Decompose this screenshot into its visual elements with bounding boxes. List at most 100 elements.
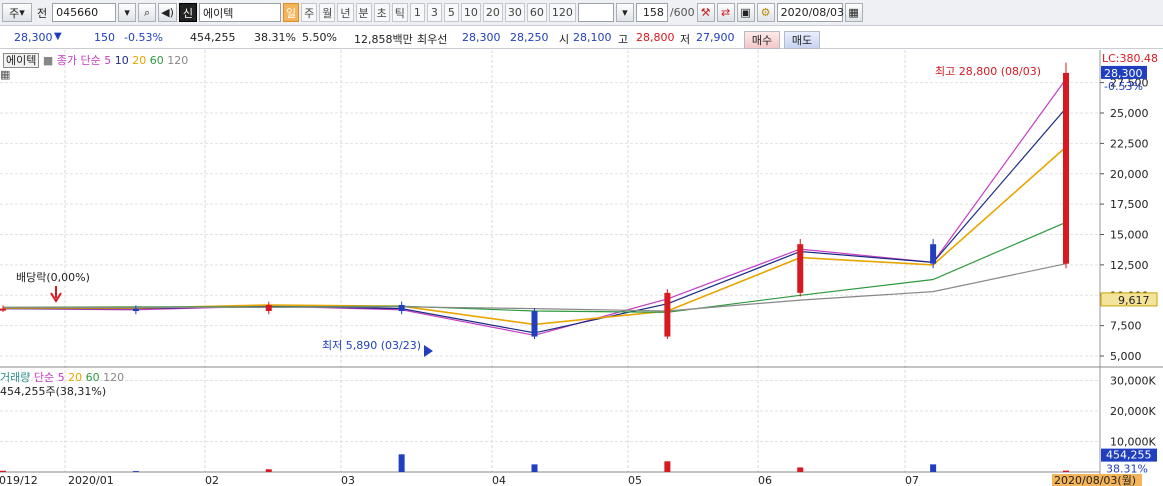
legend-ma120[interactable]: 120 xyxy=(167,54,188,67)
type-select[interactable]: 주 ▾ xyxy=(2,3,32,22)
period-year[interactable]: 년 xyxy=(337,3,354,22)
price-tick-label: 15,000 xyxy=(1110,229,1149,242)
volume-bar xyxy=(930,464,937,472)
volume-tick-label: 30,000K xyxy=(1110,375,1156,388)
buy-button[interactable]: 매수 xyxy=(744,31,780,49)
date-input[interactable]: 2020/08/03 xyxy=(776,3,844,22)
minute-custom-input[interactable] xyxy=(577,3,614,22)
volume-tick-label: 10,000K xyxy=(1110,436,1156,449)
period-day[interactable]: 일 xyxy=(283,3,300,22)
lc-label: LC:380.48 xyxy=(1102,52,1159,65)
current-price: 28,300 xyxy=(14,31,53,44)
turnover-rate: 38.31% xyxy=(254,31,296,44)
stock-code-input[interactable]: 045660 xyxy=(52,3,117,22)
minute-1[interactable]: 1 xyxy=(409,3,425,22)
prefix-label: 전 xyxy=(37,6,48,20)
candle-body xyxy=(664,292,671,337)
volume-bar xyxy=(398,454,405,472)
chart-legend: 에이텍 ■ 종가 단순 5 10 20 60 120 xyxy=(3,52,188,68)
period-month[interactable]: 월 xyxy=(319,3,336,22)
x-axis-label: 04 xyxy=(492,474,506,486)
calendar-icon[interactable]: ▦ xyxy=(844,3,863,22)
legend-stock-name[interactable]: 에이텍 xyxy=(3,53,40,68)
quote-bar: 28,300 ▼ 150 -0.53% 454,255 38.31% 5.50%… xyxy=(0,27,1163,49)
x-axis-label: 02 xyxy=(205,474,219,486)
candle-body xyxy=(930,244,937,264)
compare-icon[interactable]: ⇄ xyxy=(716,3,735,22)
price-tick-label: 7,500 xyxy=(1110,320,1142,333)
price-tick-label: 12,500 xyxy=(1110,259,1149,272)
candle-body xyxy=(132,308,139,312)
legend-ma60[interactable]: 60 xyxy=(150,54,164,67)
legend-ma5[interactable]: 종가 단순 5 xyxy=(57,54,111,67)
volume-bar xyxy=(1063,470,1069,472)
ref-price-tag: 9,617 xyxy=(1118,294,1150,307)
volume-tick-label: 20,000K xyxy=(1110,405,1156,418)
draw-tool-icon[interactable]: ⚒ xyxy=(696,3,715,22)
minute-3[interactable]: 3 xyxy=(426,3,442,22)
open-label: 시 xyxy=(559,33,570,46)
volume-bar xyxy=(797,467,804,472)
minute-20[interactable]: 20 xyxy=(482,3,503,22)
down-arrow-icon: ▼ xyxy=(54,31,62,42)
candle-body xyxy=(398,304,405,312)
settings-gear-icon[interactable]: ⚙ xyxy=(756,3,775,22)
current-pct-tag: -0.53% xyxy=(1104,80,1143,93)
x-axis-label: 03 xyxy=(341,474,355,486)
candle-body xyxy=(265,304,272,312)
speaker-icon[interactable]: ◀) xyxy=(158,3,177,22)
minute-120[interactable]: 120 xyxy=(548,3,576,22)
period-minute[interactable]: 분 xyxy=(355,3,372,22)
x-axis-label: 2020/01 xyxy=(68,474,114,486)
volume-value: 454,255 xyxy=(190,31,236,44)
volume-bar xyxy=(132,471,139,472)
price-tick-label: 5,000 xyxy=(1110,350,1142,363)
trade-amount: 12,858백만 xyxy=(354,33,413,46)
code-dropdown-icon[interactable]: ▾ xyxy=(118,3,137,22)
dividend-annotation: 배당락(0,00%) xyxy=(16,271,90,284)
minute-30[interactable]: 30 xyxy=(504,3,525,22)
volume-ma120[interactable]: 120 xyxy=(103,371,124,384)
period-week[interactable]: 주 xyxy=(301,3,318,22)
minute-10[interactable]: 10 xyxy=(460,3,481,22)
volume-bar xyxy=(664,461,671,472)
low-annotation: 최저 5,890 (03/23) xyxy=(322,339,421,352)
sell-button[interactable]: 매도 xyxy=(784,31,820,49)
ratio-value: 5.50% xyxy=(302,31,337,44)
market-tag: 신 xyxy=(178,3,198,22)
x-axis-label: 05 xyxy=(628,474,642,486)
bid-price: 28,250 xyxy=(510,31,549,44)
x-axis-label: 07 xyxy=(905,474,919,486)
candle-body xyxy=(0,308,6,311)
legend-ma10[interactable]: 10 xyxy=(115,54,129,67)
count-input[interactable]: 158 xyxy=(635,3,668,22)
minute-5[interactable]: 5 xyxy=(443,3,459,22)
legend-square-icon: ■ xyxy=(42,54,54,67)
period-tick[interactable]: 틱 xyxy=(391,3,408,22)
candle-body xyxy=(797,244,804,293)
change-percent: -0.53% xyxy=(124,31,163,44)
minute-dropdown-icon[interactable]: ▾ xyxy=(615,3,634,22)
price-change: 150 xyxy=(94,31,115,44)
grid-toggle-icon[interactable]: ▦ xyxy=(0,68,10,81)
volume-tag: 454,255 xyxy=(1106,449,1152,462)
price-chart[interactable]: 27,50025,00022,50020,00017,50015,00012,5… xyxy=(0,50,1163,486)
high-label: 고 xyxy=(618,33,629,46)
period-second[interactable]: 초 xyxy=(373,3,390,22)
legend-ma20[interactable]: 20 xyxy=(132,54,146,67)
minute-60[interactable]: 60 xyxy=(526,3,547,22)
x-axis-label: 06 xyxy=(758,474,772,486)
volume-bar xyxy=(531,464,538,472)
date-tag: 2020/08/03(월) xyxy=(1054,474,1136,486)
save-icon[interactable]: ▣ xyxy=(736,3,755,22)
price-tick-label: 20,000 xyxy=(1110,168,1149,181)
low-price: 27,900 xyxy=(696,31,735,44)
high-price: 28,800 xyxy=(636,31,675,44)
volume-bar xyxy=(265,469,272,472)
price-tick-label: 22,500 xyxy=(1110,137,1149,150)
candle-body xyxy=(531,311,538,337)
stock-name-field: 에이텍 xyxy=(199,3,282,22)
candle-body xyxy=(1063,72,1069,264)
search-icon[interactable]: ⌕ xyxy=(138,3,157,22)
price-tick-label: 17,500 xyxy=(1110,198,1149,211)
